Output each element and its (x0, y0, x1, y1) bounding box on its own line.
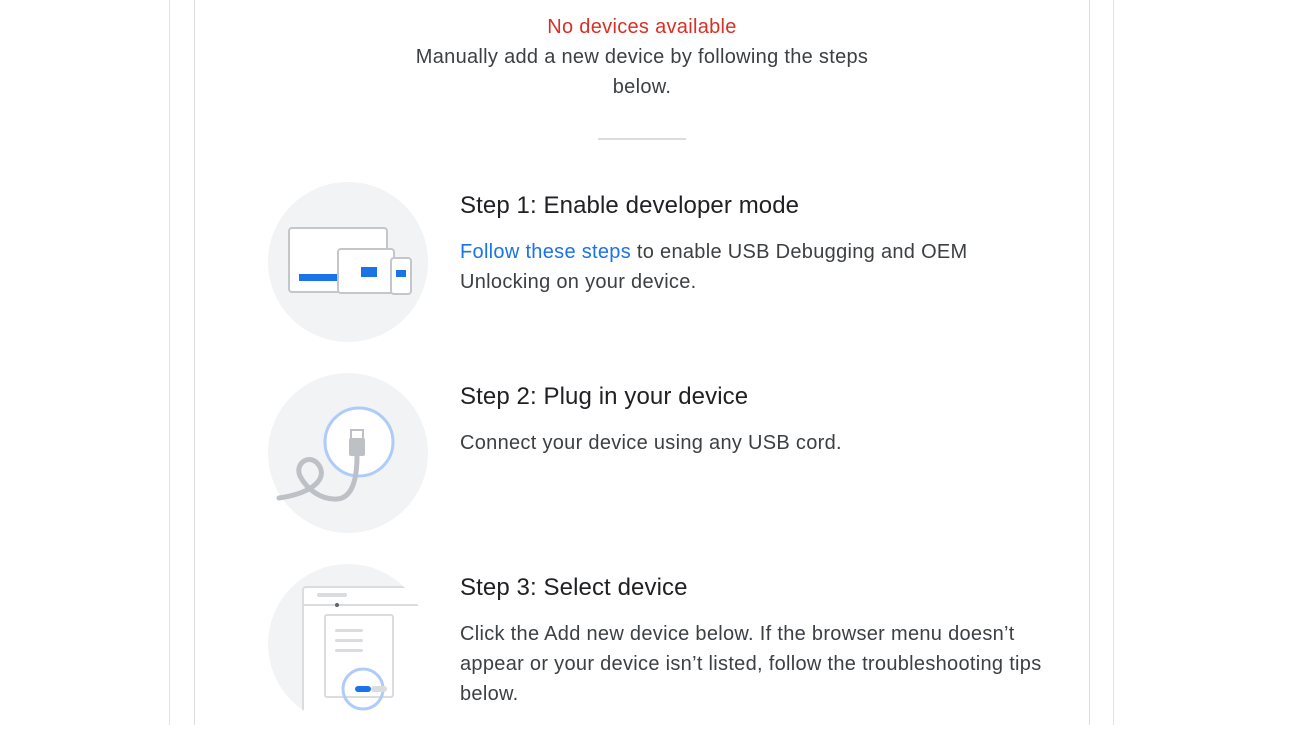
step-2-body: Connect your device using any USB cord. (460, 432, 842, 454)
step-3-text: Step 3: Select device Click the Add new … (460, 571, 1060, 709)
step-2: Step 2: Plug in your device Connect your… (267, 372, 1067, 537)
status-block: No devices available Manually add a new … (194, 12, 1090, 102)
no-devices-message: No devices available (547, 16, 737, 38)
step-1-text: Step 1: Enable developer mode Follow the… (460, 189, 1060, 297)
usb-cable-illustration-icon (267, 372, 429, 534)
step-2-title: Step 2: Plug in your device (460, 383, 749, 410)
step-3: Step 3: Select device Click the Add new … (267, 563, 1067, 728)
section-divider (598, 138, 686, 140)
step-2-text: Step 2: Plug in your device Connect your… (460, 380, 1060, 458)
manual-add-hint: Manually add a new device by following t… (415, 46, 869, 98)
step-1: Step 1: Enable developer mode Follow the… (267, 181, 1067, 346)
step-1-body: Follow these steps to enable USB Debuggi… (460, 237, 1060, 297)
step-3-title: Step 3: Select device (460, 574, 688, 601)
step-1-title: Step 1: Enable developer mode (460, 192, 800, 219)
step-3-body: Click the Add new device below. If the b… (460, 623, 1042, 705)
browser-select-illustration-icon (267, 563, 429, 725)
follow-these-steps-link[interactable]: Follow these steps (460, 241, 631, 263)
devices-illustration-icon (267, 181, 429, 343)
